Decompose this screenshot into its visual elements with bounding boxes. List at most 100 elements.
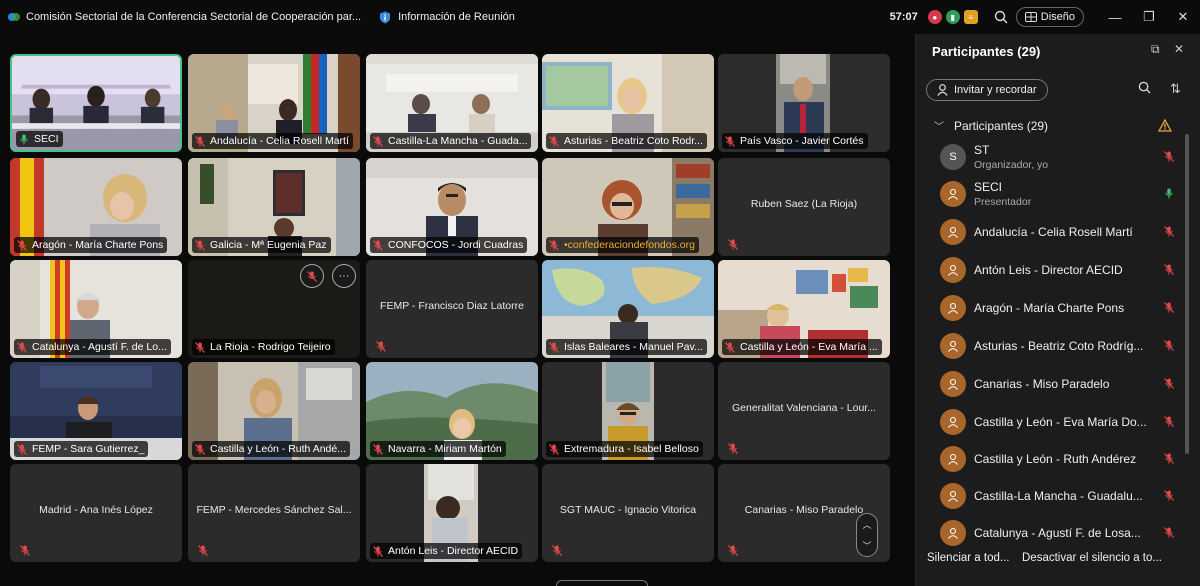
participant-row[interactable]: Aragón - María Charte Pons (940, 291, 1180, 325)
video-tile[interactable]: Antón Leis - Director AECID (366, 464, 538, 562)
recording-icon[interactable]: ● (927, 10, 942, 24)
grid-scroll-control[interactable]: ︿ ﹀ (856, 513, 878, 557)
participant-row[interactable]: Andalucía - Celia Rosell Martí (940, 215, 1180, 249)
mute-all-button[interactable]: Silenciar a tod... (927, 552, 1009, 564)
participant-row[interactable]: Castilla-La Mancha - Guadalu... (940, 479, 1180, 513)
avatar (940, 181, 966, 207)
avatar (940, 219, 966, 245)
tile-name-label: FEMP - Sara Gutierrez_ (14, 441, 149, 457)
mic-muted-icon[interactable] (1164, 226, 1174, 237)
participant-row[interactable]: SECI Presentador (940, 177, 1180, 211)
mic-muted-icon (195, 443, 205, 455)
video-tile[interactable]: Catalunya - Agustí F. de Lo... (10, 260, 182, 358)
layout-button[interactable]: Diseño (1015, 7, 1084, 27)
minimize-icon[interactable]: — (1098, 10, 1132, 25)
chevron-down-icon[interactable]: ﹀ (862, 539, 871, 552)
video-tile[interactable]: Aragón - María Charte Pons (10, 158, 182, 256)
tile-name-label: Navarra - Miriam Martón (370, 441, 506, 457)
stats-icon[interactable]: ▮ (945, 10, 960, 24)
chevron-up-icon[interactable]: ︿ (862, 518, 871, 531)
participant-row[interactable]: Castilla y León - Eva María Do... (940, 405, 1180, 439)
person-icon (948, 340, 958, 352)
video-tile[interactable]: Castilla y León - Ruth Andé... (188, 362, 360, 460)
mic-muted-icon[interactable] (1164, 302, 1174, 313)
tile-name: FEMP - Sara Gutierrez_ (32, 443, 145, 455)
mic-muted-icon (552, 545, 562, 556)
tile-name-label: Extremadura - Isabel Belloso (546, 441, 703, 457)
person-icon (948, 378, 958, 390)
video-tile[interactable]: Generalitat Valenciana - Lour... (718, 362, 890, 460)
tile-name: País Vasco - Javier Cortés (740, 135, 864, 147)
video-tile[interactable]: •confederaciondefondos.org (542, 158, 714, 256)
close-icon[interactable]: ✕ (1166, 9, 1200, 25)
participant-row[interactable]: S ST Organizador, yo (940, 140, 1180, 174)
pop-out-icon[interactable]: ⧉ (1151, 42, 1160, 57)
participant-row[interactable]: Catalunya - Agustí F. de Losa... (940, 516, 1180, 550)
mic-muted-icon[interactable] (1164, 490, 1174, 501)
mic-icon[interactable] (1164, 188, 1174, 199)
participant-row[interactable]: Canarias - Miso Paradelo (940, 367, 1180, 401)
video-tile[interactable]: FEMP - Francisco Diaz Latorre (366, 260, 538, 358)
invite-button[interactable]: Invitar y recordar (926, 79, 1048, 101)
mic-muted-icon[interactable] (1164, 264, 1174, 275)
tile-name: CONFOCOS - Jordi Cuadras (388, 239, 524, 251)
tile-name: Aragón - María Charte Pons (32, 239, 164, 251)
mic-muted-icon (373, 135, 383, 147)
video-tile[interactable]: SECI (10, 54, 182, 152)
mic-muted-icon[interactable] (1164, 151, 1174, 162)
mic-muted-icon[interactable] (1164, 453, 1174, 464)
unmute-all-button[interactable]: Desactivar el silencio a to... (1022, 552, 1162, 564)
tile-name: SGT MAUC - Ignacio Vitorica (559, 504, 697, 516)
participant-row[interactable]: Antón Leis - Director AECID (940, 253, 1180, 287)
chat-icon[interactable]: ≡ (963, 10, 978, 24)
participant-name: Antón Leis - Director AECID (974, 263, 1123, 277)
warning-icon[interactable] (1158, 119, 1172, 132)
mic-muted-icon[interactable] (1164, 527, 1174, 538)
tile-name-label: Antón Leis - Director AECID (370, 543, 523, 559)
video-tile[interactable]: Ruben Saez (La Rioja) (718, 158, 890, 256)
tile-name-label: La Rioja - Rodrigo Teijeiro (192, 339, 335, 355)
participant-row[interactable]: Castilla y León - Ruth Andérez (940, 442, 1180, 476)
video-tile[interactable]: FEMP - Sara Gutierrez_ (10, 362, 182, 460)
participants-section-header[interactable]: ﹀ Participantes (29) (934, 118, 1048, 134)
layout-label: Diseño (1040, 11, 1075, 23)
video-tile[interactable]: Extremadura - Isabel Belloso (542, 362, 714, 460)
mic-muted-icon[interactable] (1164, 378, 1174, 389)
video-tile[interactable]: ··· La Rioja - Rodrigo Teijeiro (188, 260, 360, 358)
mic-muted-icon (728, 443, 738, 454)
search-icon[interactable] (1138, 81, 1151, 97)
avatar (940, 333, 966, 359)
video-tile[interactable]: Madrid - Ana Inés López (10, 464, 182, 562)
restore-icon[interactable]: ❐ (1132, 9, 1166, 25)
video-tile[interactable]: Islas Baleares - Manuel Pav... (542, 260, 714, 358)
tile-name: Castilla-La Mancha - Guada... (388, 135, 528, 147)
grid-layout-icon (1024, 12, 1037, 22)
tile-name: Madrid - Ana Inés López (39, 504, 153, 516)
sort-icon[interactable]: ⇅ (1170, 81, 1181, 97)
search-icon[interactable] (990, 6, 1012, 28)
video-tile[interactable]: Asturias - Beatriz Coto Rodr... (542, 54, 714, 152)
tile-name-label: Catalunya - Agustí F. de Lo... (14, 339, 171, 355)
meeting-info-button[interactable]: Información de Reunión (379, 11, 515, 24)
panel-scrollbar[interactable] (1185, 134, 1189, 454)
video-tile[interactable]: Castilla y León - Eva María ... (718, 260, 890, 358)
video-tile[interactable]: SGT MAUC - Ignacio Vitorica (542, 464, 714, 562)
close-icon[interactable]: ✕ (1174, 42, 1184, 56)
mic-muted-icon[interactable] (300, 264, 324, 288)
meeting-title: Comisión Sectorial de la Conferencia Sec… (8, 11, 361, 23)
mic-muted-icon[interactable] (1164, 416, 1174, 427)
video-tile[interactable]: FEMP - Mercedes Sánchez Sal... (188, 464, 360, 562)
video-tile[interactable]: CONFOCOS - Jordi Cuadras (366, 158, 538, 256)
video-tile[interactable]: Galicia - Mª Eugenia Paz (188, 158, 360, 256)
more-options-icon[interactable]: ··· (332, 264, 356, 288)
mic-muted-icon (549, 135, 559, 147)
mic-muted-icon (373, 545, 383, 557)
video-tile[interactable]: Castilla-La Mancha - Guada... (366, 54, 538, 152)
avatar (940, 483, 966, 509)
controls-handle[interactable] (556, 580, 648, 586)
video-tile[interactable]: Andalucía - Celia Rosell Martí (188, 54, 360, 152)
video-tile[interactable]: País Vasco - Javier Cortés (718, 54, 890, 152)
video-tile[interactable]: Navarra - Miriam Martón (366, 362, 538, 460)
mic-muted-icon[interactable] (1164, 340, 1174, 351)
participant-row[interactable]: Asturias - Beatriz Coto Rodríg... (940, 329, 1180, 363)
